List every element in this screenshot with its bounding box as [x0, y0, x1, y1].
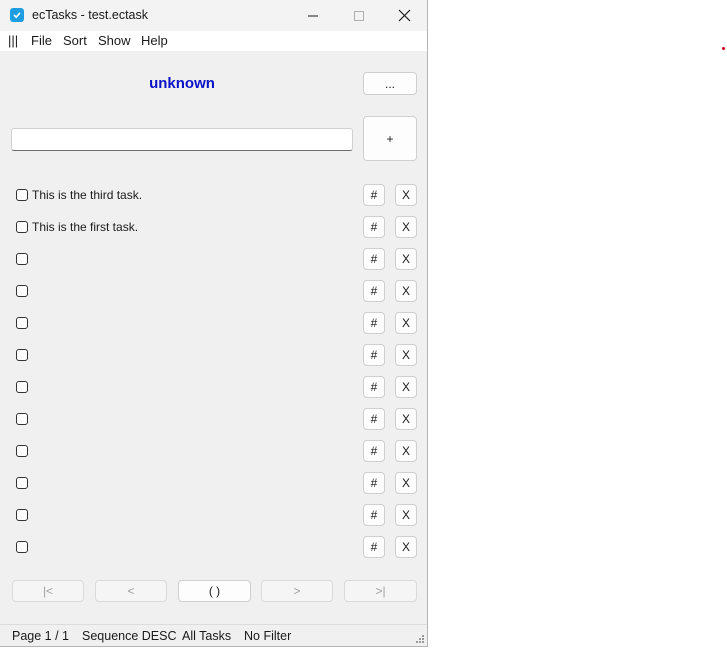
task-text: This is the first task. [32, 220, 139, 234]
task-row: This is the first task. # X [0, 216, 427, 240]
task-delete-button[interactable]: X [395, 184, 417, 206]
task-checkbox[interactable] [16, 221, 28, 233]
task-edit-button[interactable]: # [363, 312, 385, 334]
task-checkbox[interactable] [16, 189, 28, 201]
task-delete-button[interactable]: X [395, 216, 417, 238]
task-delete-button[interactable]: X [395, 504, 417, 526]
app-checkbox-icon [10, 8, 24, 22]
task-row: This is the third task. # X [0, 184, 427, 208]
task-row: # X [0, 472, 427, 496]
menu-sort[interactable]: Sort [63, 33, 87, 48]
task-row: # X [0, 536, 427, 560]
task-row: # X [0, 376, 427, 400]
close-icon [398, 9, 410, 22]
status-sort: Sequence DESC [82, 629, 177, 643]
window-title: ecTasks - test.ectask [32, 8, 149, 22]
menu-help[interactable]: Help [141, 33, 168, 48]
task-delete-button[interactable]: X [395, 408, 417, 430]
menu-file[interactable]: File [31, 33, 52, 48]
more-button[interactable]: ... [363, 72, 417, 95]
task-edit-button[interactable]: # [363, 184, 385, 206]
menu-bar: ||| File Sort Show Help [0, 31, 427, 51]
task-edit-button[interactable]: # [363, 376, 385, 398]
task-edit-button[interactable]: # [363, 344, 385, 366]
close-button[interactable] [381, 0, 427, 31]
task-checkbox[interactable] [16, 477, 28, 489]
task-checkbox[interactable] [16, 253, 28, 265]
task-row: # X [0, 312, 427, 336]
task-checkbox[interactable] [16, 541, 28, 553]
status-page: Page 1 / 1 [12, 629, 69, 643]
task-text: This is the third task. [32, 188, 143, 202]
task-row: # X [0, 504, 427, 528]
title-bar[interactable]: ecTasks - test.ectask [0, 0, 427, 31]
new-task-input[interactable] [11, 128, 353, 151]
status-filter: No Filter [244, 629, 292, 643]
task-delete-button[interactable]: X [395, 248, 417, 270]
maximize-icon [354, 10, 364, 21]
task-edit-button[interactable]: # [363, 216, 385, 238]
first-page-button[interactable]: |< [12, 580, 84, 602]
task-edit-button[interactable]: # [363, 408, 385, 430]
task-edit-button[interactable]: # [363, 504, 385, 526]
add-task-button[interactable]: + [363, 116, 417, 161]
task-delete-button[interactable]: X [395, 440, 417, 462]
task-delete-button[interactable]: X [395, 344, 417, 366]
task-row: # X [0, 280, 427, 304]
task-checkbox[interactable] [16, 381, 28, 393]
current-page-button[interactable]: ( ) [178, 580, 251, 602]
resize-grip-icon[interactable] [415, 634, 425, 644]
task-row: # X [0, 440, 427, 464]
task-checkbox[interactable] [16, 509, 28, 521]
list-title: unknown [149, 75, 215, 92]
stray-red-dot [722, 47, 725, 50]
menu-show[interactable]: Show [98, 33, 131, 48]
task-checkbox[interactable] [16, 445, 28, 457]
maximize-button[interactable] [336, 0, 382, 31]
last-page-button[interactable]: >| [344, 580, 417, 602]
task-checkbox[interactable] [16, 413, 28, 425]
minimize-button[interactable] [290, 0, 336, 31]
task-checkbox[interactable] [16, 285, 28, 297]
task-delete-button[interactable]: X [395, 536, 417, 558]
task-edit-button[interactable]: # [363, 248, 385, 270]
task-edit-button[interactable]: # [363, 440, 385, 462]
task-row: # X [0, 408, 427, 432]
status-divider [0, 624, 427, 625]
next-page-button[interactable]: > [261, 580, 333, 602]
app-window: ecTasks - test.ectask ||| File Sort Show… [0, 0, 428, 647]
menu-hamburger[interactable]: ||| [8, 33, 18, 48]
task-edit-button[interactable]: # [363, 280, 385, 302]
task-edit-button[interactable]: # [363, 536, 385, 558]
status-view: All Tasks [182, 629, 232, 643]
minimize-icon [308, 15, 318, 16]
task-checkbox[interactable] [16, 349, 28, 361]
task-delete-button[interactable]: X [395, 312, 417, 334]
task-delete-button[interactable]: X [395, 472, 417, 494]
task-checkbox[interactable] [16, 317, 28, 329]
task-delete-button[interactable]: X [395, 376, 417, 398]
task-edit-button[interactable]: # [363, 472, 385, 494]
task-row: # X [0, 248, 427, 272]
task-row: # X [0, 344, 427, 368]
prev-page-button[interactable]: < [95, 580, 167, 602]
task-delete-button[interactable]: X [395, 280, 417, 302]
